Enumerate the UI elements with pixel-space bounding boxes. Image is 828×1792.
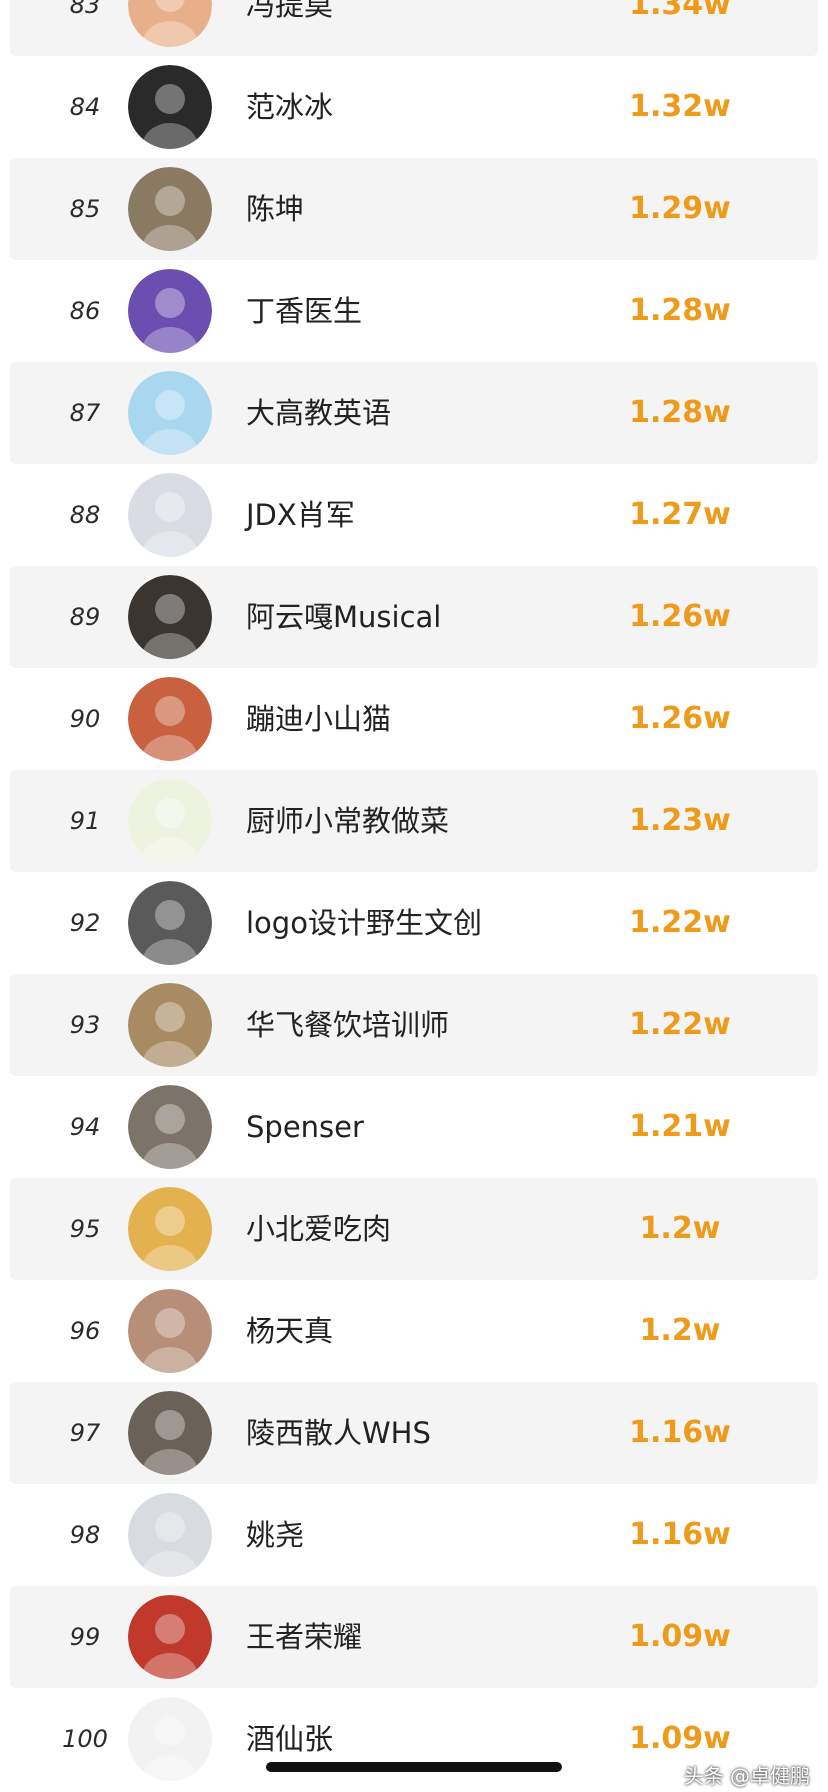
rank-number: 100: [62, 1725, 108, 1753]
masked-person-avatar[interactable]: [128, 881, 212, 965]
rank-number: 97: [69, 1419, 101, 1447]
ranking-row[interactable]: 83 冯提莫 1.34w: [10, 0, 818, 56]
follower-count: 1.26w: [629, 701, 731, 736]
rank-number: 92: [69, 909, 101, 937]
rank-number: 98: [69, 1521, 101, 1549]
account-name[interactable]: 冯提莫: [246, 0, 333, 56]
rank-number: 87: [69, 399, 101, 427]
rank-number: 84: [69, 93, 101, 121]
account-name[interactable]: 王者荣耀: [246, 1586, 362, 1688]
follower-count: 1.22w: [629, 905, 731, 940]
cartoon-teacher-avatar[interactable]: [128, 371, 212, 455]
account-name[interactable]: 姚尧: [246, 1484, 304, 1586]
flower-logo-avatar[interactable]: [128, 269, 212, 353]
game-hero-avatar[interactable]: [128, 1595, 212, 1679]
rank-number: 86: [69, 297, 101, 325]
ranking-row[interactable]: 88 JDX肖军 1.27w: [10, 464, 818, 566]
ranking-row[interactable]: 92 logo设计野生文创 1.22w: [10, 872, 818, 974]
ranking-row[interactable]: 99 王者荣耀 1.09w: [10, 1586, 818, 1688]
straw-hat-avatar[interactable]: [128, 1187, 212, 1271]
ranking-row[interactable]: 97 陵西散人WHS 1.16w: [10, 1382, 818, 1484]
rank-number: 85: [69, 195, 101, 223]
follower-count: 1.23w: [629, 803, 731, 838]
follower-count: 1.32w: [629, 89, 731, 124]
follower-count: 1.26w: [629, 599, 731, 634]
ranking-row[interactable]: 85 陈坤 1.29w: [10, 158, 818, 260]
delivery-vehicle-avatar[interactable]: [128, 473, 212, 557]
account-name[interactable]: 丁香医生: [246, 260, 362, 362]
chef-cartoon-avatar[interactable]: [128, 779, 212, 863]
follower-count: 1.2w: [639, 1313, 721, 1348]
account-name[interactable]: 杨天真: [246, 1280, 333, 1382]
account-name[interactable]: Spenser: [246, 1076, 364, 1178]
rank-number: 89: [69, 603, 101, 631]
follower-count: 1.29w: [629, 191, 731, 226]
female-streamer-avatar[interactable]: [128, 0, 212, 47]
female-photo-avatar[interactable]: [128, 677, 212, 761]
ranking-row[interactable]: 93 华飞餐饮培训师 1.22w: [10, 974, 818, 1076]
male-portrait-avatar[interactable]: [128, 575, 212, 659]
rank-number: 83: [69, 0, 101, 19]
female-portrait-avatar[interactable]: [128, 1289, 212, 1373]
account-name[interactable]: 陵西散人WHS: [246, 1382, 431, 1484]
follower-count: 1.09w: [629, 1619, 731, 1654]
ranking-row[interactable]: 87 大高教英语 1.28w: [10, 362, 818, 464]
rank-number: 88: [69, 501, 101, 529]
ranking-row[interactable]: 95 小北爱吃肉 1.2w: [10, 1178, 818, 1280]
ranking-row[interactable]: 91 厨师小常教做菜 1.23w: [10, 770, 818, 872]
account-name[interactable]: 阿云嘎Musical: [246, 566, 441, 668]
food-avatar[interactable]: [128, 983, 212, 1067]
rank-number: 94: [69, 1113, 101, 1141]
account-name[interactable]: 蹦迪小山猫: [246, 668, 391, 770]
ranking-row[interactable]: 94 Spenser 1.21w: [10, 1076, 818, 1178]
follower-count: 1.34w: [629, 0, 731, 22]
follower-count: 1.28w: [629, 293, 731, 328]
male-portrait-avatar[interactable]: [128, 1493, 212, 1577]
watermark: 头条 @卓健鹏: [683, 1764, 810, 1788]
ranking-row[interactable]: 98 姚尧 1.16w: [10, 1484, 818, 1586]
account-name[interactable]: 华飞餐饮培训师: [246, 974, 449, 1076]
rank-number: 99: [69, 1623, 101, 1651]
follower-count: 1.28w: [629, 395, 731, 430]
follower-count: 1.22w: [629, 1007, 731, 1042]
rank-number: 91: [69, 807, 101, 835]
account-name[interactable]: 厨师小常教做菜: [246, 770, 449, 872]
ranking-row[interactable]: 96 杨天真 1.2w: [10, 1280, 818, 1382]
account-name[interactable]: 小北爱吃肉: [246, 1178, 391, 1280]
ranking-row[interactable]: 84 范冰冰 1.32w: [10, 56, 818, 158]
male-suit-avatar[interactable]: [128, 1085, 212, 1169]
account-name[interactable]: logo设计野生文创: [246, 872, 482, 974]
ranking-row[interactable]: 90 蹦迪小山猫 1.26w: [10, 668, 818, 770]
rank-number: 95: [69, 1215, 101, 1243]
follower-count: 1.16w: [629, 1415, 731, 1450]
account-name[interactable]: 大高教英语: [246, 362, 391, 464]
ranking-list: 83 冯提莫 1.34w 84 范冰冰 1.32w 85 陈坤 1.29w 86 丁香医生 1.28w…: [0, 0, 828, 1790]
cartoon-glasses-avatar[interactable]: [128, 1697, 212, 1781]
follower-count: 1.16w: [629, 1517, 731, 1552]
male-portrait-avatar[interactable]: [128, 167, 212, 251]
account-name[interactable]: 范冰冰: [246, 56, 333, 158]
rank-number: 93: [69, 1011, 101, 1039]
rank-number: 90: [69, 705, 101, 733]
follower-count: 1.27w: [629, 497, 731, 532]
follower-count: 1.21w: [629, 1109, 731, 1144]
account-name[interactable]: JDX肖军: [246, 464, 355, 566]
rank-number: 96: [69, 1317, 101, 1345]
follower-count: 1.2w: [639, 1211, 721, 1246]
account-name[interactable]: 酒仙张: [246, 1688, 333, 1790]
ranking-row[interactable]: 89 阿云嘎Musical 1.26w: [10, 566, 818, 668]
ranking-row[interactable]: 86 丁香医生 1.28w: [10, 260, 818, 362]
terracotta-warrior-avatar[interactable]: [128, 1391, 212, 1475]
account-name[interactable]: 陈坤: [246, 158, 304, 260]
female-portrait-avatar[interactable]: [128, 65, 212, 149]
home-indicator[interactable]: [266, 1762, 562, 1772]
